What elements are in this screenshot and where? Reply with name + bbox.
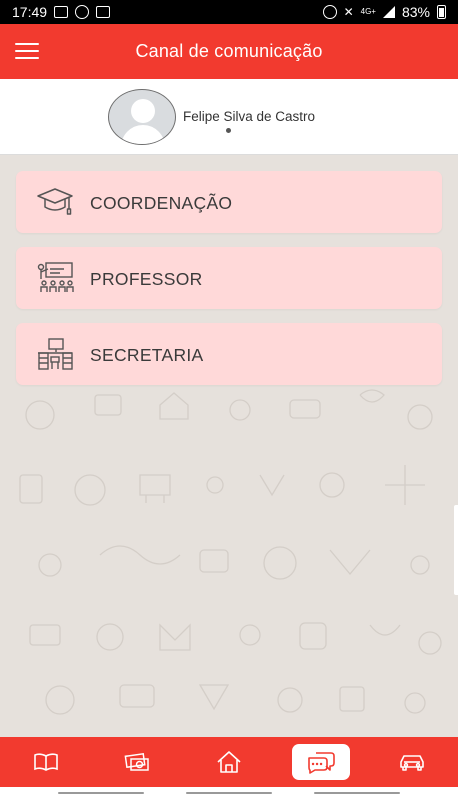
user-name: Felipe Silva de Castro [183, 109, 316, 124]
car-icon [400, 755, 424, 771]
chat-icon [307, 752, 335, 774]
gesture-segment-left [58, 792, 144, 794]
book-icon [33, 753, 58, 771]
avatar-body-shape [121, 125, 165, 144]
hamburger-menu-icon[interactable] [13, 40, 41, 62]
status-left: 17:49 [12, 4, 111, 20]
profile-header: Felipe Silva de Castro [0, 79, 458, 155]
page-title: Canal de comunicação [135, 41, 323, 61]
network-type: 4G+ [360, 7, 376, 16]
home-icon [217, 751, 241, 773]
doodle-background [0, 155, 458, 737]
bottom-navigation [0, 737, 458, 787]
signal-icon [382, 6, 395, 18]
edge-panel-handle[interactable] [454, 505, 458, 595]
gesture-segment-center[interactable] [186, 792, 272, 794]
graduation-cap-icon [37, 188, 73, 215]
app-bar: Canal de comunicação [0, 24, 458, 79]
battery-percent: 83% [401, 4, 430, 20]
nav-finance[interactable] [108, 744, 166, 780]
nav-transport[interactable] [383, 744, 441, 780]
whatsapp-icon [75, 5, 90, 19]
channel-label: SECRETARIA [90, 345, 204, 365]
image-icon [54, 6, 69, 18]
channel-label: PROFESSOR [90, 269, 203, 289]
office-desk-icon [38, 338, 73, 370]
nav-chat[interactable] [291, 744, 350, 780]
channel-item-coordenacao[interactable]: COORDENAÇÃO [16, 171, 442, 233]
avatar-head-shape [131, 99, 155, 123]
nav-home[interactable] [200, 744, 258, 780]
status-bar: 17:49 ✕ 4G+ 83% [0, 0, 458, 24]
battery-icon [437, 5, 446, 19]
alarm-icon [322, 5, 337, 19]
channel-item-professor[interactable]: PROFESSOR [16, 247, 442, 309]
hd-icon [96, 6, 111, 18]
status-dot [226, 128, 231, 133]
nav-book[interactable] [17, 744, 75, 780]
mute-icon: ✕ [343, 5, 354, 19]
doodle-pattern-svg [19, 389, 442, 715]
system-gesture-bar [0, 787, 458, 800]
avatar[interactable] [108, 89, 176, 145]
status-time: 17:49 [12, 4, 48, 20]
status-right: ✕ 4G+ 83% [322, 4, 446, 20]
teacher-classroom-icon [37, 262, 74, 292]
gesture-segment-right [314, 792, 400, 794]
channel-label: COORDENAÇÃO [90, 193, 233, 213]
money-icon [124, 752, 150, 771]
channel-item-secretaria[interactable]: SECRETARIA [16, 323, 442, 385]
